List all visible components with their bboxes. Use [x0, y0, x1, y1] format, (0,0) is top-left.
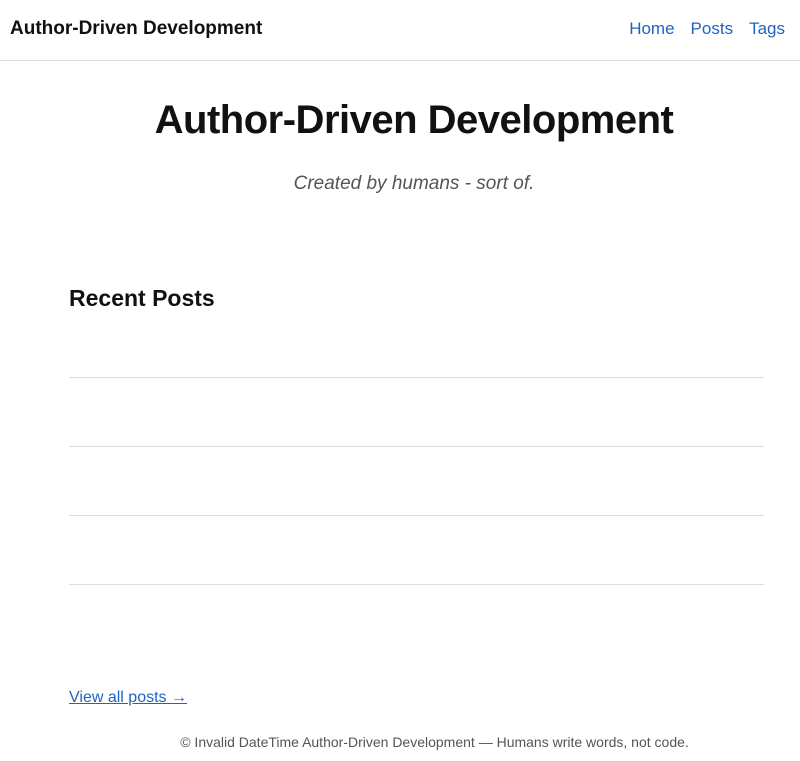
post-list-item [69, 515, 764, 584]
site-footer: © Invalid DateTime Author-Driven Develop… [180, 734, 689, 750]
recent-posts-heading: Recent Posts [69, 285, 215, 311]
nav-posts-link[interactable]: Posts [691, 19, 734, 39]
post-list-item [69, 446, 764, 515]
page-title: Author-Driven Development [154, 98, 674, 142]
post-list-item [69, 584, 764, 585]
nav-tags-link[interactable]: Tags [749, 19, 785, 39]
main-nav: Home Posts Tags [629, 19, 785, 39]
nav-home-link[interactable]: Home [629, 19, 674, 39]
site-header: Author-Driven Development Home Posts Tag… [0, 0, 800, 61]
site-title-link[interactable]: Author-Driven Development [10, 18, 262, 40]
view-all-posts-link[interactable]: View all posts → [69, 689, 187, 707]
post-list-item [69, 377, 764, 446]
tagline: Created by humans - sort of. [293, 173, 535, 194]
recent-posts-list [69, 377, 764, 585]
